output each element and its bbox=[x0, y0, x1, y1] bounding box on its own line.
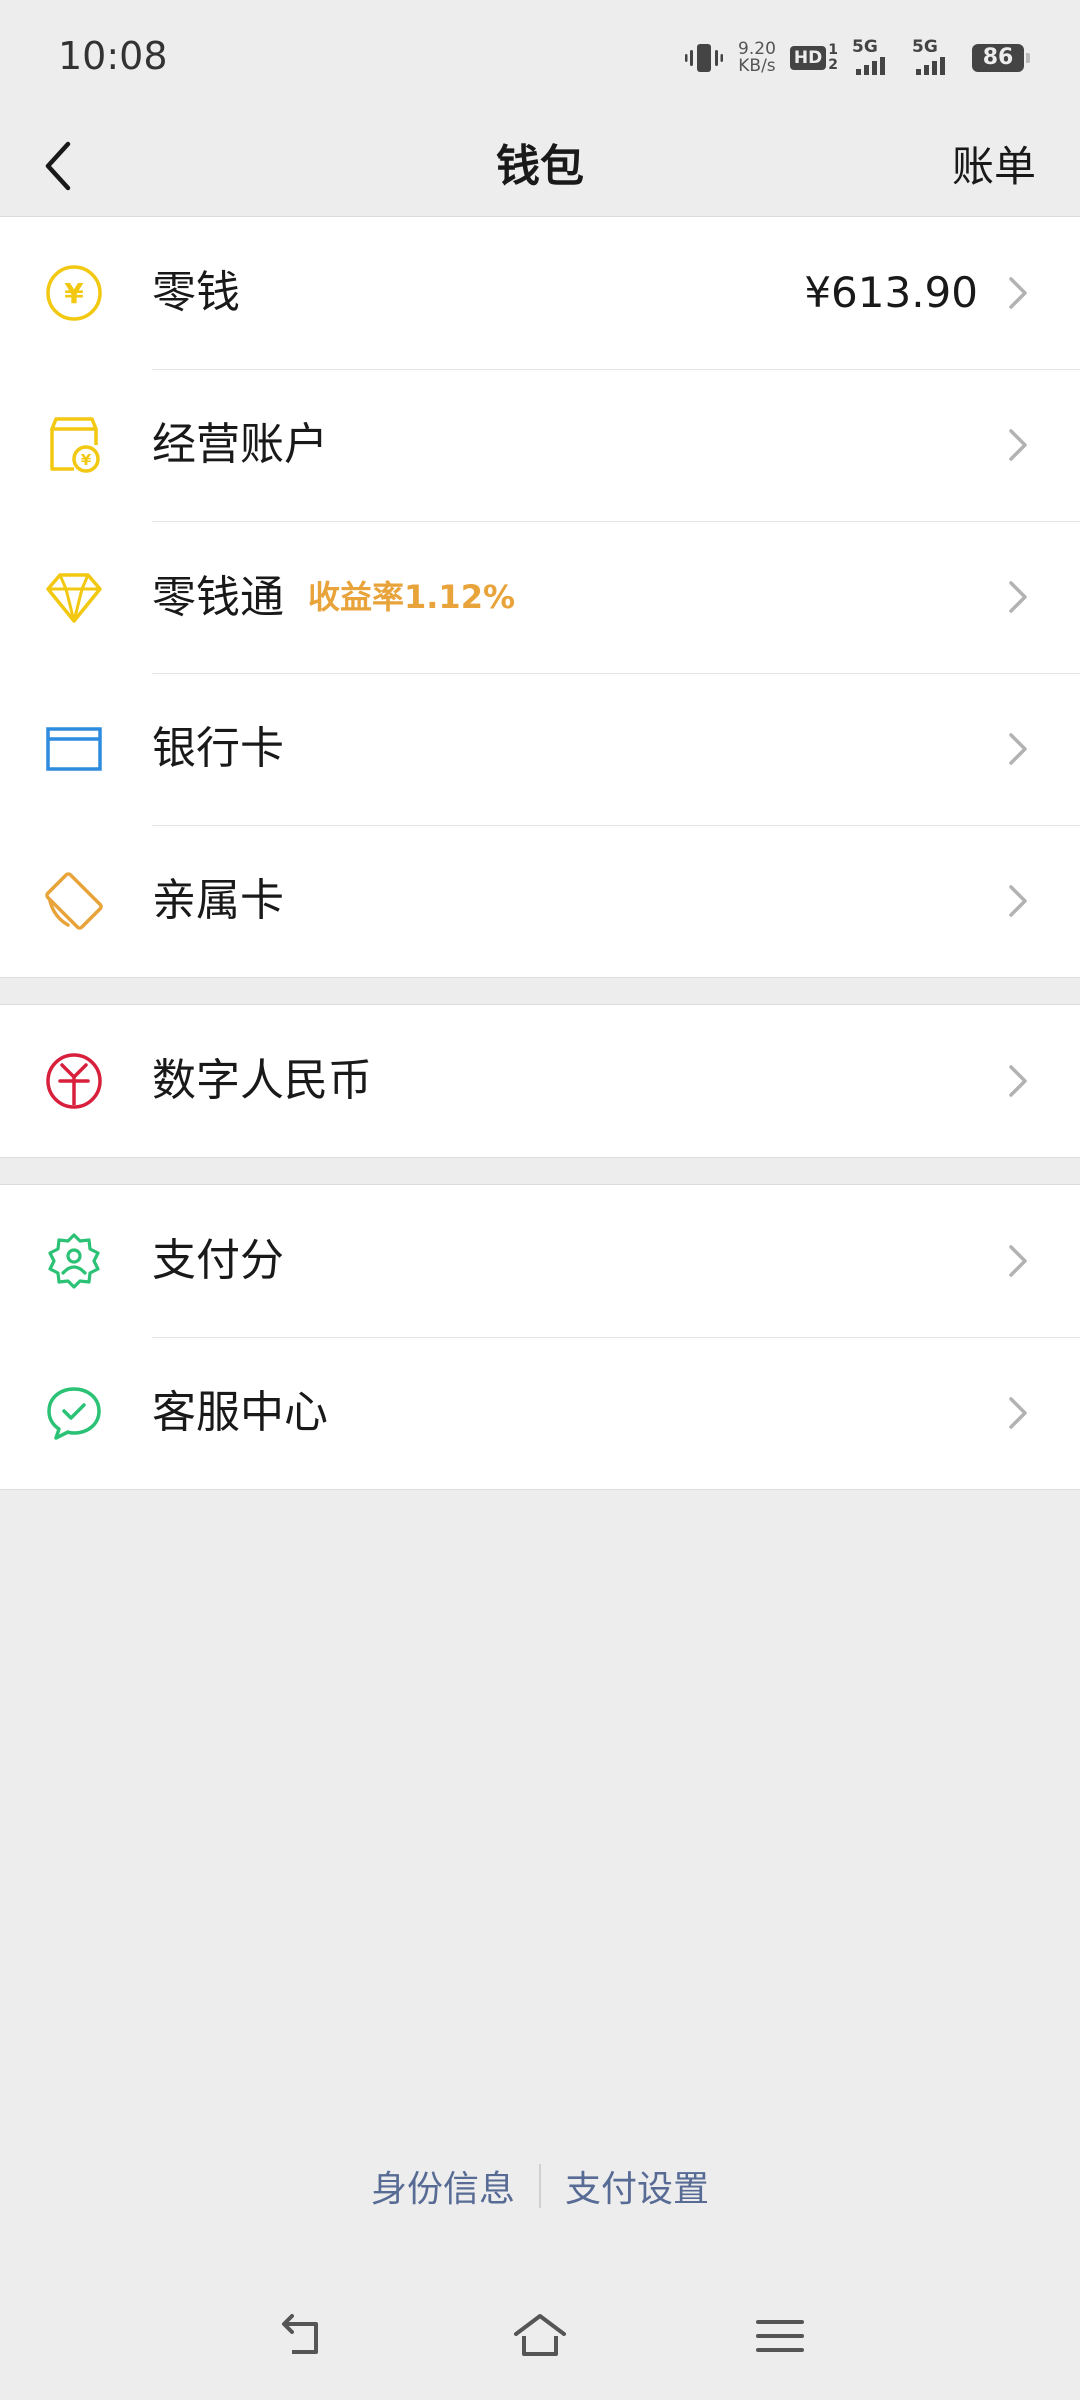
yield-rate-tag: 收益率1.12% bbox=[308, 578, 516, 616]
list-item-pay-score[interactable]: 支付分 bbox=[0, 1185, 1080, 1337]
list-item-balance[interactable]: ¥ 零钱 ¥613.90 bbox=[0, 217, 1080, 369]
wallet-group-digital-rmb: 数字人民币 bbox=[0, 1004, 1080, 1158]
hd-sub: 1 2 bbox=[828, 43, 838, 73]
nav-bar: 钱包 账单 bbox=[0, 118, 1080, 216]
signal-2-label: 5G bbox=[912, 37, 938, 57]
status-bar: 10:08 9.20 KB/s HD 1 2 5G 5G 86 bbox=[0, 0, 1080, 118]
chevron-right-icon bbox=[1009, 1397, 1027, 1429]
svg-text:¥: ¥ bbox=[64, 277, 84, 310]
footer-divider bbox=[539, 2164, 541, 2208]
list-item-label: 零钱 bbox=[152, 267, 240, 318]
digital-rmb-icon bbox=[46, 1053, 102, 1109]
bill-button[interactable]: 账单 bbox=[952, 118, 1036, 216]
diamond-icon bbox=[46, 573, 102, 623]
list-item-label: 银行卡 bbox=[152, 723, 284, 774]
battery-icon: 86 bbox=[972, 44, 1030, 72]
customer-service-icon bbox=[47, 1387, 101, 1440]
chevron-right-icon bbox=[1009, 581, 1027, 613]
signal-icon-2: 5G bbox=[912, 37, 958, 77]
signal-1-label: 5G bbox=[852, 37, 878, 57]
list-item-label: 客服中心 bbox=[152, 1387, 328, 1438]
list-item-digital-rmb[interactable]: 数字人民币 bbox=[0, 1005, 1080, 1157]
chevron-right-icon bbox=[1009, 733, 1027, 765]
yuan-coin-icon: ¥ bbox=[46, 265, 102, 321]
wallet-group-main: ¥ 零钱 ¥613.90 ¥ 经营账户 零钱通 收益率1.12% 银行卡 亲属卡 bbox=[0, 216, 1080, 978]
status-icons: 9.20 KB/s HD 1 2 5G 5G 86 bbox=[684, 36, 1030, 80]
signal-icon: 5G bbox=[852, 37, 898, 77]
status-time: 10:08 bbox=[58, 34, 168, 78]
signal-2-bars bbox=[916, 57, 945, 75]
list-item-label: 支付分 bbox=[152, 1235, 284, 1286]
list-item-bank-card[interactable]: 银行卡 bbox=[0, 673, 1080, 825]
list-item-customer-service[interactable]: 客服中心 bbox=[0, 1337, 1080, 1489]
bank-card-icon bbox=[46, 727, 102, 771]
chevron-right-icon bbox=[1009, 885, 1027, 917]
net-speed: 9.20 KB/s bbox=[738, 41, 776, 75]
vibrate-icon bbox=[685, 44, 724, 72]
payment-settings-link[interactable]: 支付设置 bbox=[565, 2160, 709, 2212]
chevron-right-icon bbox=[1009, 429, 1027, 461]
list-item-label: 亲属卡 bbox=[152, 875, 284, 926]
balance-value: ¥613.90 bbox=[804, 268, 978, 317]
hd-badge: HD 1 2 bbox=[789, 43, 838, 73]
pay-score-icon bbox=[48, 1233, 100, 1289]
chevron-right-icon bbox=[1009, 277, 1027, 309]
list-item-business-account[interactable]: ¥ 经营账户 bbox=[0, 369, 1080, 521]
chevron-right-icon bbox=[1009, 1065, 1027, 1097]
hd-sub-top: 1 bbox=[828, 42, 838, 58]
hd-label: HD bbox=[789, 46, 827, 70]
system-nav-bar bbox=[0, 2290, 1080, 2380]
hd-sub-bottom: 2 bbox=[828, 57, 838, 73]
list-item-label: 零钱通 收益率1.12% bbox=[152, 521, 515, 673]
footer-links: 身份信息 支付设置 bbox=[0, 2156, 1080, 2216]
menu-icon[interactable] bbox=[752, 2308, 808, 2364]
svg-text:¥: ¥ bbox=[81, 451, 92, 469]
list-item-label-text: 零钱通 bbox=[152, 572, 284, 623]
identity-info-link[interactable]: 身份信息 bbox=[371, 2160, 515, 2212]
list-item-lingqiantong[interactable]: 零钱通 收益率1.12% bbox=[0, 521, 1080, 673]
chevron-right-icon bbox=[1009, 1245, 1027, 1277]
back-icon[interactable] bbox=[272, 2308, 328, 2364]
list-item-label: 经营账户 bbox=[152, 419, 328, 470]
shop-account-icon: ¥ bbox=[50, 417, 100, 473]
wallet-group-services: 支付分 客服中心 bbox=[0, 1184, 1080, 1490]
net-speed-unit: KB/s bbox=[738, 56, 776, 76]
signal-1-bars bbox=[856, 57, 885, 75]
family-card-icon bbox=[45, 872, 103, 930]
home-icon[interactable] bbox=[512, 2308, 568, 2364]
list-item-label: 数字人民币 bbox=[152, 1055, 372, 1106]
list-item-family-card[interactable]: 亲属卡 bbox=[0, 825, 1080, 977]
battery-level: 86 bbox=[982, 45, 1014, 70]
page-title: 钱包 bbox=[496, 141, 584, 192]
